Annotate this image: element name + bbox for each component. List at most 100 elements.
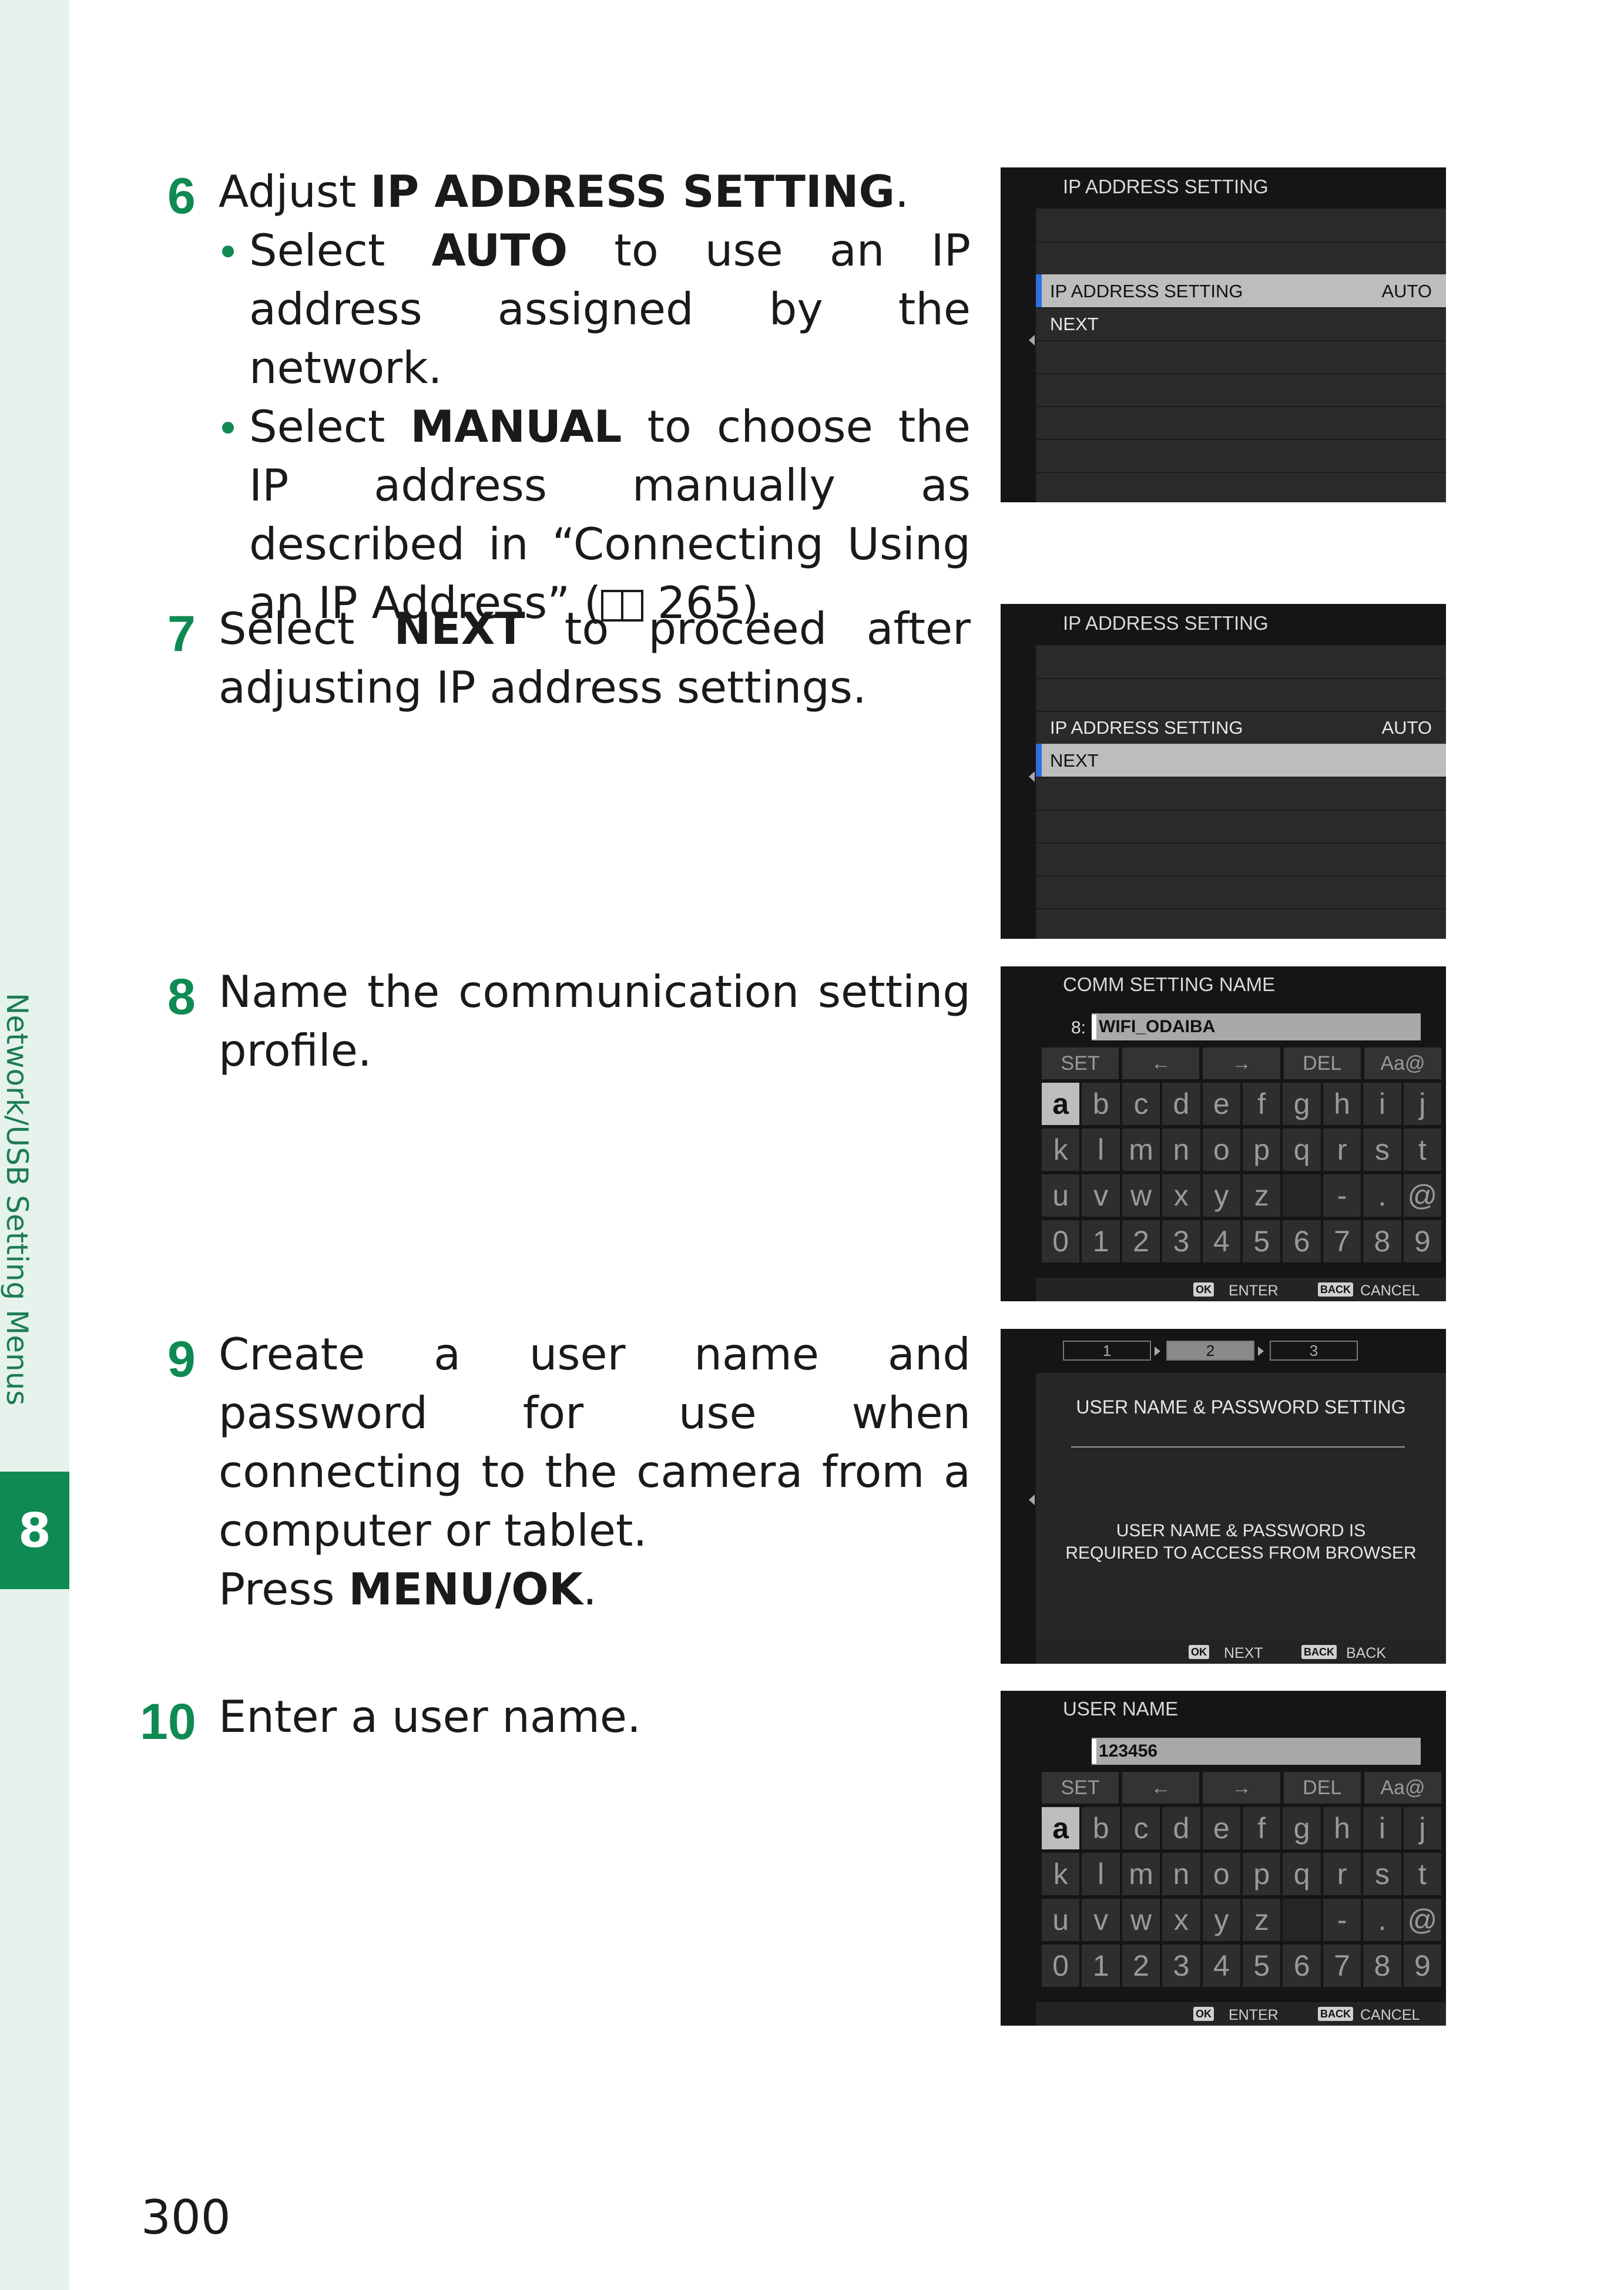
keyboard-key[interactable]: 7 <box>1323 1945 1361 1987</box>
keyboard-key[interactable]: k <box>1042 1853 1080 1895</box>
keyboard-key[interactable]: t <box>1403 1853 1442 1895</box>
keyboard-key[interactable]: y <box>1202 1174 1241 1217</box>
keyboard-key[interactable]: p <box>1243 1853 1281 1895</box>
keyboard-key[interactable]: o <box>1202 1853 1241 1895</box>
keyboard-key[interactable]: q <box>1283 1129 1321 1171</box>
menu-item-ip-address-setting[interactable]: IP ADDRESS SETTING AUTO <box>1036 274 1446 308</box>
keyboard-key[interactable]: g <box>1283 1083 1321 1125</box>
keyboard-key[interactable]: l <box>1082 1129 1120 1171</box>
cursor-right-key[interactable]: → <box>1203 1772 1280 1804</box>
menu-item-label: IP ADDRESS SETTING <box>1050 281 1243 301</box>
keyboard-key[interactable]: v <box>1082 1899 1120 1941</box>
keyboard-key[interactable]: . <box>1363 1899 1401 1941</box>
keyboard-key[interactable]: l <box>1082 1853 1120 1895</box>
mode-key[interactable]: Aa@ <box>1364 1772 1442 1804</box>
menu-item-ip-address-setting[interactable]: IP ADDRESS SETTING AUTO <box>1036 711 1446 745</box>
keyboard-key[interactable]: 7 <box>1323 1220 1361 1262</box>
keyboard-key[interactable]: . <box>1363 1174 1401 1217</box>
keyboard-key[interactable]: f <box>1243 1807 1281 1849</box>
cursor-right-key[interactable]: → <box>1203 1047 1280 1079</box>
keyboard-key[interactable]: @ <box>1403 1899 1442 1941</box>
keyboard-key[interactable]: - <box>1323 1899 1361 1941</box>
keyboard-key[interactable]: z <box>1243 1174 1281 1217</box>
keyboard-key[interactable]: x <box>1162 1174 1200 1217</box>
menu-item-next[interactable]: NEXT <box>1036 307 1446 341</box>
step-6-bullet-manual: Select MANUAL to choose the IP address m… <box>219 397 971 632</box>
keyboard-key[interactable]: q <box>1283 1853 1321 1895</box>
keyboard-key[interactable]: r <box>1323 1853 1361 1895</box>
keyboard-key[interactable]: k <box>1042 1129 1080 1171</box>
keyboard-key[interactable]: 0 <box>1042 1945 1080 1987</box>
keyboard-key[interactable]: c <box>1122 1807 1160 1849</box>
keyboard-key[interactable]: e <box>1202 1083 1241 1125</box>
set-key[interactable]: SET <box>1042 1047 1119 1079</box>
keyboard-key[interactable]: - <box>1323 1174 1361 1217</box>
keyboard-key[interactable]: @ <box>1403 1174 1442 1217</box>
keyboard-key[interactable]: i <box>1363 1807 1401 1849</box>
progress-arrow-icon <box>1155 1347 1160 1356</box>
keyboard-key[interactable]: o <box>1202 1129 1241 1171</box>
keyboard-key[interactable]: s <box>1363 1129 1401 1171</box>
keyboard-key[interactable]: n <box>1162 1853 1200 1895</box>
keyboard-key[interactable]: g <box>1283 1807 1321 1849</box>
set-key[interactable]: SET <box>1042 1772 1119 1804</box>
cursor-left-key[interactable]: ← <box>1122 1047 1200 1079</box>
keyboard-key[interactable]: t <box>1403 1129 1442 1171</box>
keyboard-key[interactable]: 9 <box>1403 1220 1442 1262</box>
keyboard-key[interactable]: 0 <box>1042 1220 1080 1262</box>
keyboard-key[interactable]: 2 <box>1122 1220 1160 1262</box>
text-input-field[interactable]: 123456 <box>1092 1738 1421 1765</box>
back-button[interactable]: BACK <box>1346 1645 1386 1662</box>
keyboard-key[interactable]: 5 <box>1243 1220 1281 1262</box>
keyboard-key[interactable]: h <box>1323 1807 1361 1849</box>
menu-item-next[interactable]: NEXT <box>1036 744 1446 778</box>
keyboard-key[interactable]: 8 <box>1363 1945 1401 1987</box>
keyboard-key[interactable]: c <box>1122 1083 1160 1125</box>
keyboard-key[interactable]: w <box>1122 1174 1160 1217</box>
keyboard-key[interactable]: d <box>1162 1083 1200 1125</box>
keyboard-key[interactable]: i <box>1363 1083 1401 1125</box>
keyboard-key[interactable]: f <box>1243 1083 1281 1125</box>
keyboard-key[interactable]: v <box>1082 1174 1120 1217</box>
keyboard-key[interactable]: 3 <box>1162 1220 1200 1262</box>
keyboard-key[interactable]: e <box>1202 1807 1241 1849</box>
keyboard-key[interactable]: b <box>1082 1083 1120 1125</box>
keyboard-key[interactable]: u <box>1042 1899 1080 1941</box>
keyboard-key[interactable]: s <box>1363 1853 1401 1895</box>
mode-key[interactable]: Aa@ <box>1364 1047 1442 1079</box>
keyboard-key[interactable]: j <box>1403 1083 1442 1125</box>
keyboard-key[interactable]: d <box>1162 1807 1200 1849</box>
keyboard-key[interactable]: 3 <box>1162 1945 1200 1987</box>
keyboard-key[interactable]: b <box>1082 1807 1120 1849</box>
keyboard-key[interactable]: y <box>1202 1899 1241 1941</box>
keyboard-key[interactable]: 6 <box>1283 1220 1321 1262</box>
keyboard-key[interactable]: x <box>1162 1899 1200 1941</box>
delete-key[interactable]: DEL <box>1283 1047 1361 1079</box>
keyboard-key[interactable]: h <box>1323 1083 1361 1125</box>
keyboard-key[interactable]: m <box>1122 1853 1160 1895</box>
keyboard-key[interactable]: 9 <box>1403 1945 1442 1987</box>
keyboard-key[interactable]: z <box>1243 1899 1281 1941</box>
keyboard-key[interactable]: p <box>1243 1129 1281 1171</box>
keyboard-key[interactable]: 5 <box>1243 1945 1281 1987</box>
keyboard-key[interactable]: w <box>1122 1899 1160 1941</box>
keyboard-key[interactable]: 4 <box>1202 1220 1241 1262</box>
text-input-field[interactable]: WIFI_ODAIBA <box>1092 1013 1421 1040</box>
keyboard-key[interactable]: 1 <box>1082 1945 1120 1987</box>
step-9-description: Create a user name and password for use … <box>219 1328 971 1556</box>
cursor-left-key[interactable]: ← <box>1122 1772 1200 1804</box>
keyboard-key[interactable]: a <box>1042 1807 1080 1849</box>
keyboard-key[interactable]: m <box>1122 1129 1160 1171</box>
delete-key[interactable]: DEL <box>1283 1772 1361 1804</box>
keyboard-key[interactable]: j <box>1403 1807 1442 1849</box>
keyboard-key[interactable]: u <box>1042 1174 1080 1217</box>
keyboard-key[interactable]: n <box>1162 1129 1200 1171</box>
next-button[interactable]: NEXT <box>1224 1645 1263 1662</box>
keyboard-key[interactable]: r <box>1323 1129 1361 1171</box>
keyboard-key[interactable]: 8 <box>1363 1220 1401 1262</box>
keyboard-key[interactable]: a <box>1042 1083 1080 1125</box>
keyboard-key[interactable]: 1 <box>1082 1220 1120 1262</box>
keyboard-key[interactable]: 2 <box>1122 1945 1160 1987</box>
keyboard-key[interactable]: 6 <box>1283 1945 1321 1987</box>
keyboard-key[interactable]: 4 <box>1202 1945 1241 1987</box>
